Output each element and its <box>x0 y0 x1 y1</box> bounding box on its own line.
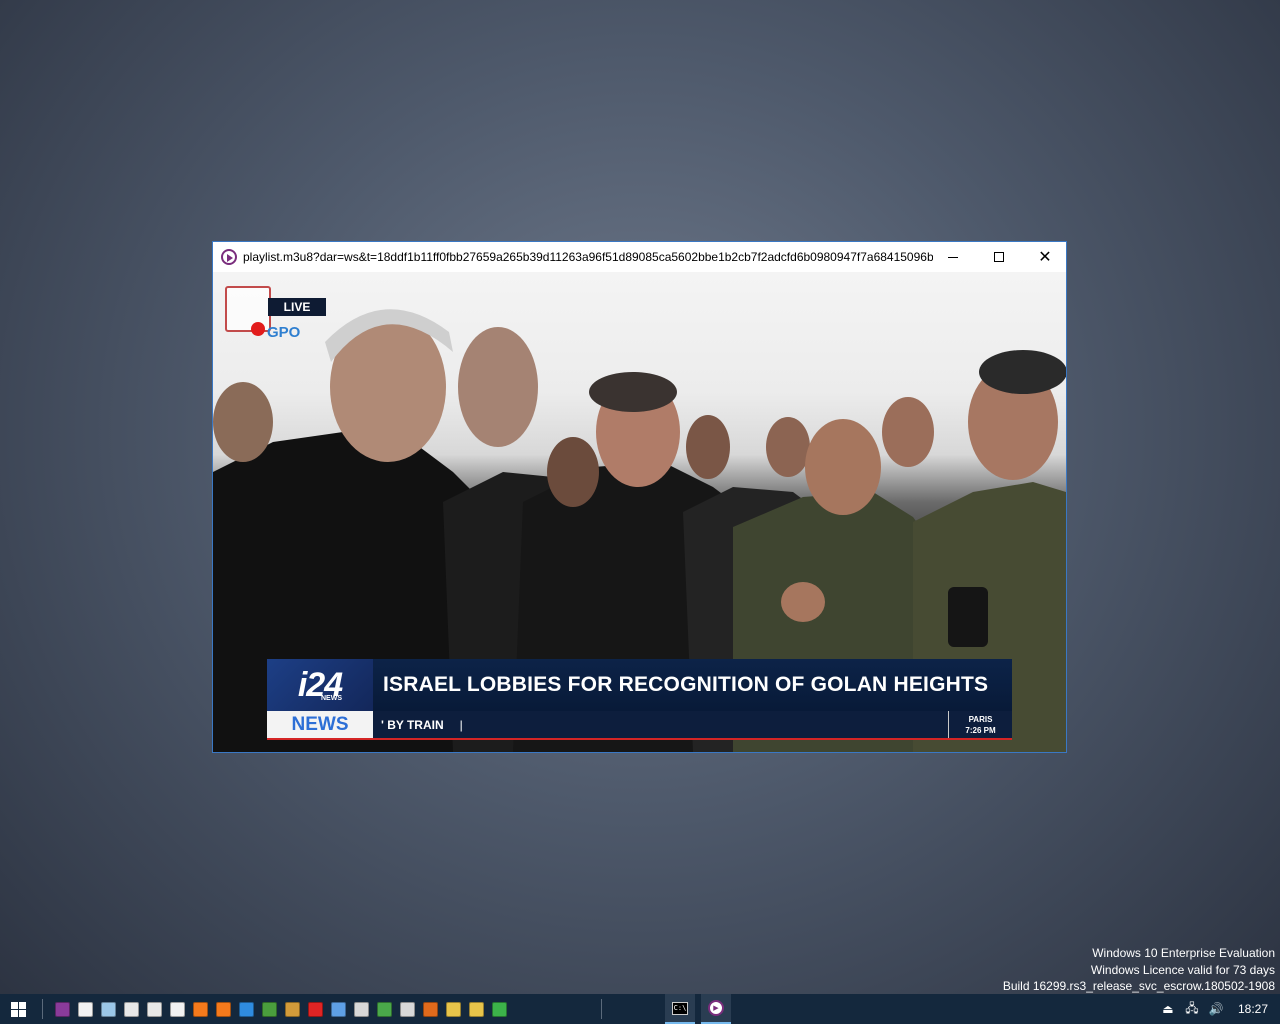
clock-time: 7:26 PM <box>965 725 996 735</box>
close-icon: ✕ <box>1038 247 1052 266</box>
media-player-task-icon: ▶ <box>708 1000 724 1016</box>
windows-evaluation-watermark: Windows 10 Enterprise Evaluation Windows… <box>1003 945 1275 995</box>
lower-third-accent-line <box>267 738 1012 740</box>
clock[interactable]: 18:27 <box>1238 1002 1268 1016</box>
chrome-icon[interactable] <box>262 1001 277 1017</box>
usb-eject-icon[interactable]: ⏏ <box>1160 1002 1176 1016</box>
close-button[interactable]: ✕ <box>1022 242 1068 272</box>
video-player-window[interactable]: playlist.m3u8?dar=ws&t=18ddf1b11ff0fbb27… <box>212 241 1067 753</box>
live-badge: LIVE <box>268 298 326 316</box>
watermark-line-2: Windows Licence valid for 73 days <box>1090 962 1275 977</box>
broadcast-clock: PARIS 7:26 PM <box>948 711 1012 738</box>
pinned-apps <box>51 1001 511 1017</box>
recycle-bin-icon[interactable] <box>101 1001 116 1017</box>
cleaner-icon[interactable] <box>124 1001 139 1017</box>
taskbar-divider <box>601 999 602 1019</box>
lower-third: i24 NEWS ISRAEL LOBBIES FOR RECOGNITION … <box>267 659 1012 741</box>
key-icon[interactable] <box>446 1001 461 1017</box>
watermark-line-1: Windows 10 Enterprise Evaluation <box>1092 946 1275 960</box>
taskbar-divider <box>42 999 43 1019</box>
refresh-icon[interactable] <box>377 1001 392 1017</box>
transfer-icon[interactable] <box>400 1001 415 1017</box>
video-frame[interactable]: LIVE GPO i24 NEWS ISRAEL LOBBIES FOR REC… <box>213 272 1066 752</box>
cleaner-alt-icon[interactable] <box>147 1001 162 1017</box>
forward-arrow-icon[interactable] <box>492 1001 507 1017</box>
folder-icon[interactable] <box>469 1001 484 1017</box>
minimize-icon <box>948 256 958 258</box>
news-tab: NEWS <box>267 711 373 738</box>
block-icon[interactable] <box>308 1001 323 1017</box>
watermark-line-3: Build 16299.rs3_release_svc_escrow.18050… <box>1002 979 1275 993</box>
maximize-icon <box>994 252 1004 262</box>
volume-icon[interactable]: 🔊 <box>1208 1002 1224 1016</box>
windows-logo-icon <box>10 1001 26 1017</box>
settings-gear-icon[interactable] <box>354 1001 369 1017</box>
document-icon[interactable] <box>170 1001 185 1017</box>
gpo-label: GPO <box>267 324 301 341</box>
ticker-separator: | <box>459 717 463 732</box>
system-tray: ⏏ 🖧 🔊 18:27 <box>1156 994 1280 1024</box>
taskbar: C:\ ▶ ⏏ 🖧 🔊 18:27 <box>0 994 1280 1024</box>
firefox-icon[interactable] <box>193 1001 208 1017</box>
tool-icon[interactable] <box>285 1001 300 1017</box>
command-prompt-icon: C:\ <box>672 1001 688 1015</box>
brand-sub: NEWS <box>321 695 342 702</box>
fox-icon[interactable] <box>423 1001 438 1017</box>
firefox-dev-icon[interactable] <box>216 1001 231 1017</box>
clock-city: PARIS <box>968 714 993 724</box>
news-ticker: ' BY TRAIN | <box>373 711 948 738</box>
network-icon[interactable] <box>331 1001 346 1017</box>
notepad-icon[interactable] <box>78 1001 93 1017</box>
internet-explorer-icon[interactable] <box>239 1001 254 1017</box>
media-player-icon <box>221 249 237 265</box>
ticker-text: ' BY TRAIN <box>381 717 444 732</box>
headline: ISRAEL LOBBIES FOR RECOGNITION OF GOLAN … <box>373 659 1012 711</box>
minimize-button[interactable] <box>930 242 976 272</box>
vlc-task[interactable]: ▶ <box>701 994 731 1024</box>
vlc-icon[interactable] <box>55 1001 70 1017</box>
maximize-button[interactable] <box>976 242 1022 272</box>
start-button[interactable] <box>0 994 36 1024</box>
network-icon[interactable]: 🖧 <box>1184 999 1200 1020</box>
window-title: playlist.m3u8?dar=ws&t=18ddf1b11ff0fbb27… <box>243 250 933 264</box>
i24-news-logo: i24 NEWS <box>267 659 373 711</box>
logo-dot <box>251 322 265 336</box>
command-prompt-task[interactable]: C:\ <box>665 994 695 1024</box>
title-bar[interactable]: playlist.m3u8?dar=ws&t=18ddf1b11ff0fbb27… <box>213 242 1066 272</box>
